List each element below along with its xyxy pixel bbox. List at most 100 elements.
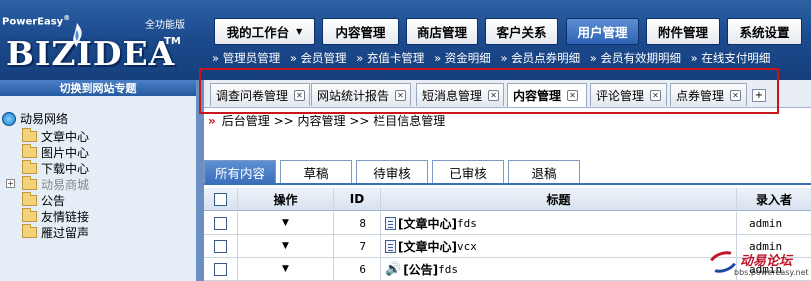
tree-item-guestbook[interactable]: 雁过留声 [22, 224, 89, 241]
folder-icon [22, 224, 37, 238]
tree-item-label: 公告 [41, 194, 66, 208]
powered-by-text: PowerEasy [2, 16, 64, 28]
close-icon[interactable]: ✕ [567, 90, 579, 101]
logo-area: PowerEasy® 全功能版 BIZIDEA TM [0, 0, 196, 80]
row-title[interactable]: fds [438, 263, 458, 276]
status-tab-approved[interactable]: 已审核 [432, 160, 504, 184]
tab-comment-management[interactable]: 评论管理 ✕ [590, 83, 667, 106]
tab-label: 点券管理 [676, 88, 725, 103]
select-all-checkbox[interactable] [214, 192, 227, 206]
subnav-card-management[interactable]: » 充值卡管理 [356, 51, 424, 65]
row-category[interactable]: [公告] [403, 261, 438, 278]
close-icon[interactable]: ✕ [395, 89, 407, 101]
nav-my-workbench[interactable]: 我的工作台 ▼ [214, 18, 315, 45]
globe-icon [2, 111, 16, 126]
table-header: 操作 ID 标题 录入者 [204, 188, 811, 211]
header-operation: 操作 [238, 188, 334, 210]
row-title[interactable]: vcx [457, 240, 477, 253]
row-author: admin [749, 216, 783, 230]
table-row: ▼ 8 [文章中心] fds admin [204, 212, 811, 235]
tree-item-download-center[interactable]: 下载中心 [22, 160, 89, 177]
subnav-member-management[interactable]: » 会员管理 [290, 51, 347, 65]
tree-item-photo-center[interactable]: 图片中心 [22, 144, 89, 161]
row-action-dropdown-icon[interactable]: ▼ [282, 241, 289, 251]
row-checkbox[interactable] [214, 216, 227, 230]
tab-message-management[interactable]: 短消息管理 ✕ [416, 83, 504, 106]
sub-navigation: » 管理员管理 » 会员管理 » 充值卡管理 » 资金明细 » 会员点券明细 »… [212, 50, 776, 66]
nav-label: 我的工作台 [226, 25, 290, 40]
folder-icon [22, 208, 37, 222]
tab-label: 调查问卷管理 [216, 88, 289, 103]
row-action-dropdown-icon[interactable]: ▼ [282, 264, 289, 274]
tree-item-label: 友情链接 [41, 210, 90, 224]
tab-content-management[interactable]: 内容管理 ✕ [507, 83, 587, 107]
speaker-icon: 🔊 [385, 261, 402, 277]
row-category[interactable]: [文章中心] [398, 238, 457, 255]
close-icon[interactable]: ✕ [730, 89, 742, 101]
nav-label: 附件管理 [657, 25, 708, 40]
watermark-url: bbs.powereasy.net [734, 268, 809, 277]
tree-root[interactable]: 动易网络 [2, 110, 68, 127]
header-id[interactable]: ID [334, 188, 381, 210]
folder-icon [22, 160, 37, 174]
status-tab-rejected[interactable]: 退稿 [508, 160, 580, 184]
tree-item-label: 图片中心 [41, 146, 90, 160]
tree-item-announcement[interactable]: 公告 [22, 192, 65, 209]
sidebar-splitter[interactable] [196, 80, 204, 281]
row-action-dropdown-icon[interactable]: ▼ [282, 218, 289, 228]
row-checkbox[interactable] [214, 262, 227, 276]
tab-points-management[interactable]: 点券管理 ✕ [670, 83, 747, 106]
nav-label: 用户管理 [577, 25, 628, 40]
row-id: 7 [334, 235, 381, 257]
status-tab-underline [204, 183, 811, 185]
row-checkbox[interactable] [214, 239, 227, 253]
nav-shop-management[interactable]: 商店管理 [406, 18, 478, 45]
close-icon[interactable]: ✕ [294, 89, 306, 101]
flame-logo-icon [73, 23, 82, 47]
breadcrumb-text: 后台管理 >> 内容管理 >> 栏目信息管理 [221, 114, 446, 128]
subnav-online-payment-details[interactable]: » 在线支付明细 [691, 51, 771, 65]
nav-attachment-management[interactable]: 附件管理 [646, 18, 720, 45]
tree-item-mall[interactable]: 动易商城 [22, 176, 89, 193]
expand-plus-icon[interactable]: + [6, 179, 15, 188]
status-tab-pending[interactable]: 待审核 [356, 160, 428, 184]
tree-item-label: 下载中心 [41, 162, 90, 176]
breadcrumb: » 后台管理 >> 内容管理 >> 栏目信息管理 [208, 112, 445, 129]
folder-icon [22, 128, 37, 142]
folder-icon [22, 176, 37, 190]
registered-mark: ® [63, 14, 71, 22]
nav-user-management[interactable]: 用户管理 [566, 18, 639, 45]
subnav-validity-details[interactable]: » 会员有效期明细 [590, 51, 681, 65]
folder-icon [22, 192, 37, 206]
tree-root-label: 动易网络 [20, 112, 69, 126]
tab-label: 评论管理 [596, 88, 645, 103]
nav-label: 内容管理 [335, 25, 386, 40]
close-icon[interactable]: ✕ [488, 89, 500, 101]
status-tab-all[interactable]: 所有内容 [204, 160, 276, 184]
tree-item-article-center[interactable]: 文章中心 [22, 128, 89, 145]
chevron-down-icon: ▼ [296, 27, 303, 36]
status-tab-draft[interactable]: 草稿 [280, 160, 352, 184]
tree-item-label: 雁过留声 [41, 226, 90, 240]
nav-content-management[interactable]: 内容管理 [322, 18, 399, 45]
add-tab-icon[interactable]: + [752, 89, 766, 102]
close-icon[interactable]: ✕ [650, 89, 662, 101]
tree-item-label: 文章中心 [41, 130, 90, 144]
subnav-points-details[interactable]: » 会员点券明细 [500, 51, 580, 65]
tab-site-statistics[interactable]: 网站统计报告 ✕ [311, 83, 411, 106]
row-category[interactable]: [文章中心] [398, 215, 457, 232]
subnav-fund-details[interactable]: » 资金明细 [434, 51, 491, 65]
switch-to-special-topic[interactable]: 切换到网站专题 [0, 80, 196, 96]
tree-item-friend-links[interactable]: 友情链接 [22, 208, 89, 225]
tab-label: 短消息管理 [422, 88, 483, 103]
tree-item-label: 动易商城 [41, 178, 90, 192]
row-title[interactable]: fds [457, 217, 477, 230]
nav-label: 客户关系 [496, 25, 547, 40]
document-icon [385, 216, 396, 230]
subnav-admin-management[interactable]: » 管理员管理 [212, 51, 280, 65]
tab-survey-management[interactable]: 调查问卷管理 ✕ [210, 83, 310, 106]
nav-system-settings[interactable]: 系统设置 [727, 18, 802, 45]
open-tabs-bar: 调查问卷管理 ✕ 网站统计报告 ✕ 短消息管理 ✕ 内容管理 ✕ 评论管理 ✕ … [204, 80, 811, 108]
row-id: 8 [334, 212, 381, 234]
nav-customer-relations[interactable]: 客户关系 [485, 18, 558, 45]
